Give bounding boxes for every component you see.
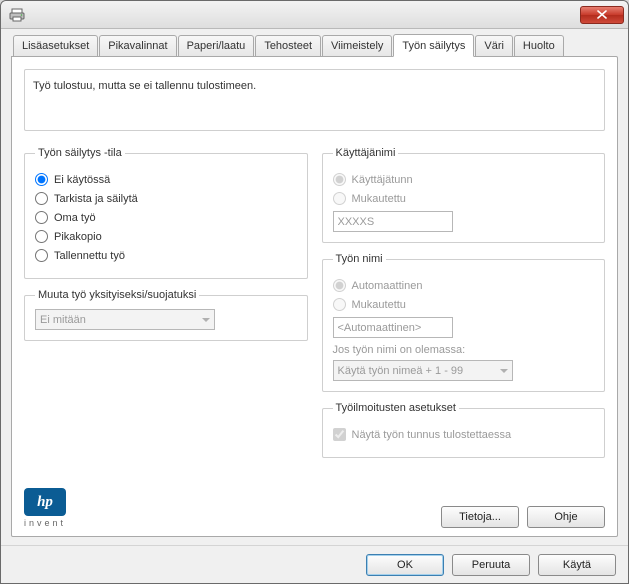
radio-quick-input[interactable] [35, 230, 48, 243]
check-show-id-input [333, 428, 346, 441]
storage-mode-group: Työn säilytys -tila Ei käytössä Tarkista… [24, 147, 308, 279]
radio-jobname-auto-input [333, 279, 346, 292]
radio-stored-label: Tallennettu työ [54, 250, 125, 262]
radio-jobname-custom: Mukautettu [333, 298, 595, 311]
tab-advanced[interactable]: Lisäasetukset [13, 35, 98, 57]
tab-job-storage[interactable]: Työn säilytys [393, 34, 474, 57]
tab-finishing[interactable]: Viimeistely [322, 35, 392, 57]
tab-effects[interactable]: Tehosteet [255, 35, 321, 57]
radio-off[interactable]: Ei käytössä [35, 173, 297, 186]
chevron-down-icon [202, 318, 210, 322]
username-input [333, 211, 453, 232]
privacy-legend: Muuta työ yksityiseksi/suojatuksi [35, 289, 199, 301]
radio-off-label: Ei käytössä [54, 174, 110, 186]
radio-proof[interactable]: Tarkista ja säilytä [35, 192, 297, 205]
storage-mode-legend: Työn säilytys -tila [35, 147, 125, 159]
hp-badge: hp [24, 488, 66, 516]
radio-jobname-custom-input [333, 298, 346, 311]
tab-strip: Lisäasetukset Pikavalinnat Paperi/laatu … [11, 35, 618, 57]
jobname-legend: Työn nimi [333, 253, 386, 265]
dialog-footer: OK Peruuta Käytä [1, 545, 628, 583]
privacy-value: Ei mitään [40, 314, 86, 326]
radio-stored[interactable]: Tallennettu työ [35, 249, 297, 262]
hp-invent: invent [24, 518, 66, 528]
radio-username-default-label: Käyttäjätunn [352, 174, 413, 186]
chevron-down-icon [500, 369, 508, 373]
help-button[interactable]: Ohje [527, 506, 605, 528]
hp-logo: hp invent [24, 488, 66, 528]
tab-service[interactable]: Huolto [514, 35, 564, 57]
radio-username-custom-input [333, 192, 346, 205]
titlebar [1, 1, 628, 29]
printer-icon [9, 7, 25, 23]
description-box: Työ tulostuu, mutta se ei tallennu tulos… [24, 69, 605, 131]
privacy-select: Ei mitään [35, 309, 215, 330]
notify-group: Työilmoitusten asetukset Näytä työn tunn… [322, 402, 606, 458]
radio-jobname-custom-label: Mukautettu [352, 299, 406, 311]
radio-personal-input[interactable] [35, 211, 48, 224]
jobname-exists-label: Jos työn nimi on olemassa: [333, 344, 595, 356]
about-button[interactable]: Tietoja... [441, 506, 519, 528]
tab-paper-quality[interactable]: Paperi/laatu [178, 35, 255, 57]
radio-jobname-auto: Automaattinen [333, 279, 595, 292]
cancel-button[interactable]: Peruuta [452, 554, 530, 576]
radio-username-custom: Mukautettu [333, 192, 595, 205]
ok-button[interactable]: OK [366, 554, 444, 576]
jobname-input [333, 317, 453, 338]
jobname-group: Työn nimi Automaattinen Mukautettu Jos t… [322, 253, 606, 392]
columns: Työn säilytys -tila Ei käytössä Tarkista… [24, 147, 605, 484]
radio-quick[interactable]: Pikakopio [35, 230, 297, 243]
apply-button[interactable]: Käytä [538, 554, 616, 576]
right-column: Käyttäjänimi Käyttäjätunn Mukautettu Työ… [322, 147, 606, 484]
description-text: Työ tulostuu, mutta se ei tallennu tulos… [33, 80, 256, 92]
tab-shortcuts[interactable]: Pikavalinnat [99, 35, 176, 57]
check-show-id: Näytä työn tunnus tulostettaessa [333, 428, 595, 441]
radio-quick-label: Pikakopio [54, 231, 102, 243]
content-area: Lisäasetukset Pikavalinnat Paperi/laatu … [1, 29, 628, 545]
close-button[interactable] [580, 6, 624, 24]
radio-off-input[interactable] [35, 173, 48, 186]
username-group: Käyttäjänimi Käyttäjätunn Mukautettu [322, 147, 606, 243]
panel-footer: hp invent Tietoja... Ohje [24, 488, 605, 528]
left-column: Työn säilytys -tila Ei käytössä Tarkista… [24, 147, 308, 484]
jobname-exists-select: Käytä työn nimeä + 1 - 99 [333, 360, 513, 381]
privacy-group: Muuta työ yksityiseksi/suojatuksi Ei mit… [24, 289, 308, 341]
tab-color[interactable]: Väri [475, 35, 513, 57]
radio-personal-label: Oma työ [54, 212, 96, 224]
radio-proof-input[interactable] [35, 192, 48, 205]
radio-jobname-auto-label: Automaattinen [352, 280, 423, 292]
radio-personal[interactable]: Oma työ [35, 211, 297, 224]
username-legend: Käyttäjänimi [333, 147, 399, 159]
radio-username-default: Käyttäjätunn [333, 173, 595, 186]
radio-stored-input[interactable] [35, 249, 48, 262]
dialog-window: Lisäasetukset Pikavalinnat Paperi/laatu … [0, 0, 629, 584]
radio-username-default-input [333, 173, 346, 186]
jobname-exists-value: Käytä työn nimeä + 1 - 99 [338, 365, 464, 377]
notify-legend: Työilmoitusten asetukset [333, 402, 459, 414]
panel-buttons: Tietoja... Ohje [441, 506, 605, 528]
radio-proof-label: Tarkista ja säilytä [54, 193, 138, 205]
check-show-id-label: Näytä työn tunnus tulostettaessa [352, 429, 512, 441]
tab-panel: Työ tulostuu, mutta se ei tallennu tulos… [11, 56, 618, 537]
radio-username-custom-label: Mukautettu [352, 193, 406, 205]
